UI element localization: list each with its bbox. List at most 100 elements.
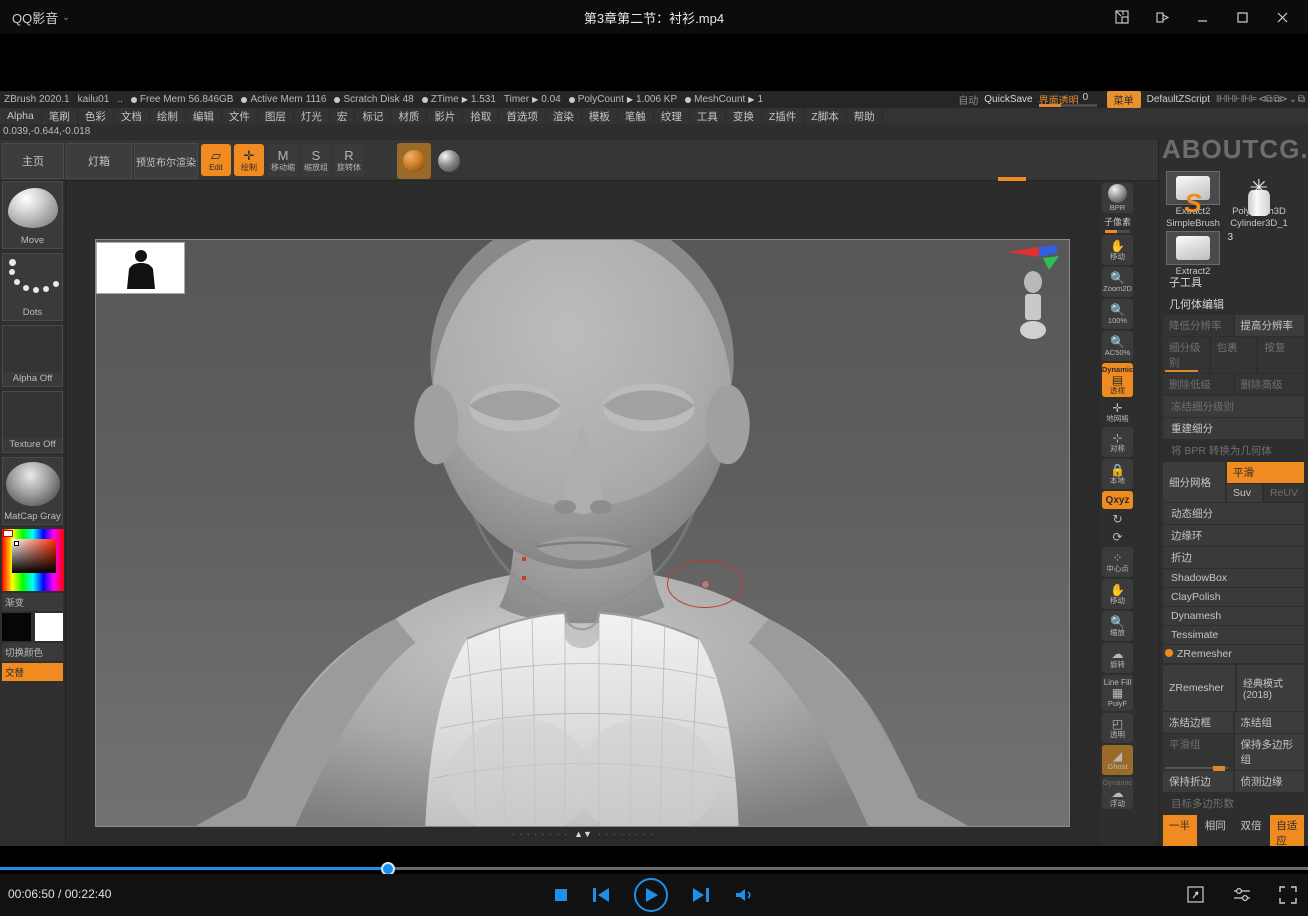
- perspective-toggle[interactable]: Dynamic ▤ 透视: [1102, 363, 1133, 397]
- smooth-button[interactable]: 平滑: [1227, 462, 1304, 483]
- ghost-toggle[interactable]: ◢Ghost: [1102, 745, 1133, 775]
- zremesher-section-button[interactable]: ZRemesher: [1163, 645, 1304, 663]
- menu-item-layer[interactable]: 图层: [258, 108, 294, 125]
- rotate-handle[interactable]: ↻: [1102, 511, 1133, 527]
- same-button[interactable]: 相同: [1199, 815, 1233, 846]
- menu-item-edit[interactable]: 编辑: [186, 108, 222, 125]
- color-selector-handle[interactable]: [14, 541, 19, 546]
- next-button[interactable]: [692, 887, 710, 903]
- smooth-group-slider[interactable]: 平滑组: [1163, 734, 1233, 770]
- half-button[interactable]: 一半: [1163, 815, 1197, 846]
- keep-creases-button[interactable]: 保持折边: [1163, 771, 1233, 792]
- reuv-button[interactable]: ReUV: [1264, 484, 1304, 502]
- alternate-button[interactable]: 交替: [2, 663, 63, 681]
- scale-handle[interactable]: ⟳: [1102, 529, 1133, 545]
- move-tool-2[interactable]: ✋移动: [1102, 579, 1133, 609]
- pip-icon[interactable]: [1102, 0, 1142, 34]
- boolean-preview-button[interactable]: 预览布尔渲染: [134, 143, 198, 179]
- freeze-border-button[interactable]: 冻结边框: [1163, 712, 1233, 733]
- preview-thumbnail[interactable]: [96, 242, 185, 294]
- menu-item-movie[interactable]: 影片: [427, 108, 463, 125]
- lightbox-button[interactable]: 灯箱: [66, 143, 132, 179]
- subpixel-slider[interactable]: [1105, 230, 1130, 233]
- detect-edges-button[interactable]: 侦测边缘: [1235, 771, 1305, 792]
- stop-button[interactable]: [554, 888, 568, 902]
- play-button[interactable]: [634, 878, 668, 912]
- draw-mode-button[interactable]: ✛ 绘制: [234, 144, 264, 176]
- actual-size-tool[interactable]: 🔍100%: [1102, 299, 1133, 329]
- shadowbox-button[interactable]: ShadowBox: [1163, 569, 1304, 587]
- menu-item-tool[interactable]: 工具: [690, 108, 726, 125]
- adaptive-button[interactable]: 自适应: [1270, 815, 1304, 846]
- dynamesh-button[interactable]: Dynamesh: [1163, 607, 1304, 625]
- bpr-to-geometry-button[interactable]: 将 BPR 转换为几何体: [1163, 440, 1304, 461]
- texture-selector[interactable]: Texture Off: [2, 391, 63, 453]
- lower-res-button[interactable]: 降低分辨率: [1163, 315, 1233, 336]
- material-selector[interactable]: MatCap Gray: [2, 457, 63, 525]
- menu-item-light[interactable]: 灯光: [294, 108, 330, 125]
- rotate-tool[interactable]: ☁旋转: [1102, 643, 1133, 673]
- tool-simplebrush[interactable]: S SimpleBrush: [1163, 189, 1223, 229]
- menu-item-transform[interactable]: 变换: [726, 108, 762, 125]
- claypolish-button[interactable]: ClayPolish: [1163, 588, 1304, 606]
- reconstruct-subdiv-button[interactable]: 重建细分: [1163, 418, 1304, 439]
- target-polycount-slider[interactable]: 目标多边形数: [1163, 793, 1304, 814]
- zoom2d-tool[interactable]: 🔍Zoom2D: [1102, 267, 1133, 297]
- restore-button[interactable]: 按复: [1258, 337, 1304, 373]
- transparency-toggle[interactable]: ◰透明: [1102, 713, 1133, 743]
- previous-button[interactable]: [592, 887, 610, 903]
- menu-item-zscript[interactable]: Z脚本: [804, 108, 846, 125]
- scroll-up-icon[interactable]: ▲▼: [574, 829, 592, 839]
- divide-button[interactable]: 细分网格: [1163, 462, 1225, 502]
- move-tool[interactable]: ✋移动: [1102, 235, 1133, 265]
- keep-polygroups-button[interactable]: 保持多边形组: [1235, 734, 1305, 770]
- menu-item-material[interactable]: 材质: [391, 108, 427, 125]
- primary-color-swatch[interactable]: [2, 613, 31, 641]
- edgeloop-button[interactable]: 边缘环: [1163, 525, 1304, 546]
- app-menu-button[interactable]: QQ影音 ⌄: [12, 8, 70, 27]
- dynamic-toggle[interactable]: Dynamic☁浮动: [1102, 777, 1133, 809]
- zremesher-mode-button[interactable]: 经典模式(2018): [1237, 665, 1304, 711]
- xyz-toggle[interactable]: Qxyz: [1102, 491, 1133, 509]
- tool-extract2-b[interactable]: 3 Extract2: [1163, 231, 1223, 277]
- menu-item-macro[interactable]: 宏: [330, 108, 356, 125]
- freeze-subdiv-button[interactable]: 冻结细分级别: [1163, 396, 1304, 417]
- interface-opacity-slider[interactable]: 界面透明 0: [1039, 91, 1101, 108]
- stroke-selector[interactable]: Dots: [2, 253, 63, 321]
- menu-item-help[interactable]: 帮助: [847, 108, 883, 125]
- wrap-button[interactable]: 包裹: [1211, 337, 1257, 373]
- scale-mode-button[interactable]: S 缩放组: [301, 144, 331, 176]
- menu-item-stroke[interactable]: 笔触: [618, 108, 654, 125]
- menu-item-draw[interactable]: 绘制: [150, 108, 186, 125]
- settings-button[interactable]: [1232, 885, 1252, 905]
- dynamic-subdiv-button[interactable]: 动态细分: [1163, 503, 1304, 524]
- double-button[interactable]: 双倍: [1235, 815, 1269, 846]
- center-tool[interactable]: ⁘中心点: [1102, 547, 1133, 577]
- cast-icon[interactable]: [1142, 0, 1182, 34]
- texture-swatch-button[interactable]: [432, 143, 466, 179]
- rotate-mode-button[interactable]: R 旋转体: [334, 144, 364, 176]
- tessimate-button[interactable]: Tessimate: [1163, 626, 1304, 644]
- edit-mode-button[interactable]: ▱ Edit: [201, 144, 231, 176]
- zbrush-canvas[interactable]: · · · · · · · · ▲▼ · · · · · · · ·: [66, 181, 1100, 846]
- ac50-tool[interactable]: 🔍AC50%: [1102, 331, 1133, 361]
- gradient-button[interactable]: 渐变: [2, 593, 63, 611]
- menu-item-texture[interactable]: 纹理: [654, 108, 690, 125]
- navigation-mannequin-icon[interactable]: [1015, 270, 1051, 342]
- menu-item-marker[interactable]: 标记: [355, 108, 391, 125]
- menu-item-brush[interactable]: 笔刷: [42, 108, 78, 125]
- color-corner-swatch[interactable]: [3, 530, 13, 537]
- menu-item-color[interactable]: 色彩: [78, 108, 114, 125]
- symmetry-toggle[interactable]: ⊹对称: [1102, 427, 1133, 457]
- freeze-group-button[interactable]: 冻结组: [1235, 712, 1305, 733]
- higher-res-button[interactable]: 提高分辨率: [1235, 315, 1305, 336]
- menu-button[interactable]: 菜单: [1107, 91, 1141, 108]
- fullscreen-button[interactable]: [1278, 885, 1298, 905]
- color-picker[interactable]: [2, 529, 63, 591]
- menu-item-zplugin[interactable]: Z插件: [762, 108, 804, 125]
- polyf-toggle[interactable]: Line Fill▦PolyF: [1102, 675, 1133, 711]
- misc-icons[interactable]: ⊪⊪⊪ ⊪⊫ ⊲⧉ ⧉⊳ ⌄ ⧉: [1216, 94, 1304, 105]
- delete-lower-button[interactable]: 删除低级: [1163, 374, 1233, 395]
- menu-item-file[interactable]: 文件: [222, 108, 258, 125]
- snapshot-button[interactable]: [1186, 885, 1206, 905]
